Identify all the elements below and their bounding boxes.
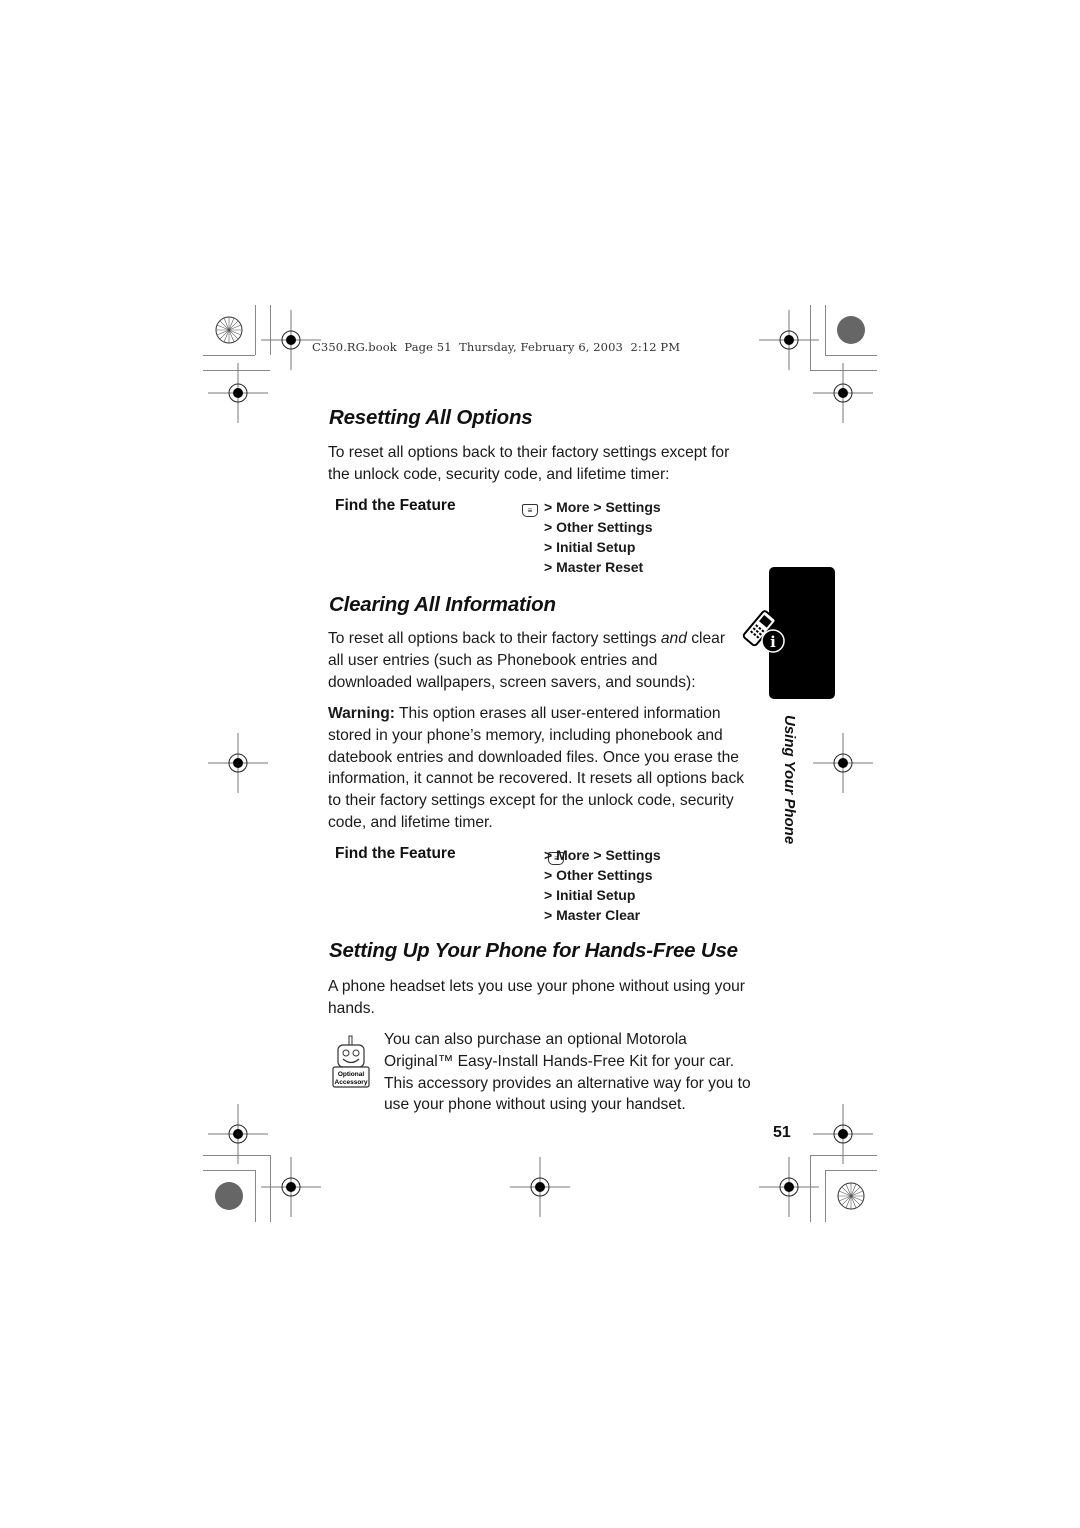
starburst-mark bbox=[837, 1182, 865, 1210]
section-title-handsfree: Setting Up Your Phone for Hands-Free Use bbox=[329, 939, 738, 962]
section-body-resetting: To reset all options back to their facto… bbox=[328, 444, 730, 483]
optional-accessory-icon: Optional Accessory bbox=[332, 1034, 370, 1094]
find-feature-label: Find the Feature bbox=[335, 845, 456, 862]
find-feature-path-reset: > More > Settings > Other Settings > Ini… bbox=[544, 497, 661, 577]
svg-text:Accessory: Accessory bbox=[335, 1079, 368, 1086]
starburst-mark bbox=[215, 316, 243, 344]
menu-key-icon: ≡ bbox=[522, 504, 538, 518]
registration-mark bbox=[758, 1156, 820, 1218]
section-body-handsfree: A phone headset lets you use your phone … bbox=[328, 978, 745, 1017]
registration-mark bbox=[260, 1156, 322, 1218]
registration-mark bbox=[812, 1103, 874, 1165]
registration-mark bbox=[812, 362, 874, 424]
svg-text:i: i bbox=[770, 633, 776, 651]
menu-path-step: > Master Clear bbox=[544, 907, 641, 923]
registration-mark bbox=[812, 732, 874, 794]
running-header: C350.RG.book Page 51 Thursday, February … bbox=[312, 340, 681, 354]
section-title-resetting: Resetting All Options bbox=[329, 406, 533, 429]
phone-info-icon: i bbox=[737, 607, 787, 657]
menu-path-step: > Other Settings bbox=[544, 867, 653, 883]
gray-dot-mark bbox=[837, 316, 865, 344]
section-body-clearing: To reset all options back to their facto… bbox=[328, 630, 726, 691]
registration-mark bbox=[758, 309, 820, 371]
menu-path-step: > Initial Setup bbox=[544, 887, 636, 903]
find-feature-label: Find the Feature bbox=[335, 497, 456, 514]
registration-mark bbox=[207, 362, 269, 424]
accessory-note: You can also purchase an optional Motoro… bbox=[384, 1031, 751, 1114]
page-number: 51 bbox=[773, 1124, 791, 1141]
chapter-label: Using Your Phone bbox=[781, 715, 798, 845]
gray-dot-mark bbox=[215, 1182, 243, 1210]
registration-mark bbox=[207, 1103, 269, 1165]
warning-paragraph: Warning: This option erases all user-ent… bbox=[328, 705, 745, 831]
emphasis-and: and bbox=[660, 630, 687, 647]
menu-path-step: > Master Reset bbox=[544, 559, 644, 575]
svg-text:Optional: Optional bbox=[338, 1071, 365, 1078]
menu-path-step: > More > Settings bbox=[544, 847, 661, 863]
menu-path-step: > Initial Setup bbox=[544, 539, 636, 555]
menu-path-step: > Other Settings bbox=[544, 519, 653, 535]
find-feature-path-clear: > More > Settings > Other Settings > Ini… bbox=[544, 845, 661, 925]
registration-mark bbox=[509, 1156, 571, 1218]
section-title-clearing: Clearing All Information bbox=[329, 593, 556, 616]
warning-label: Warning: bbox=[328, 705, 395, 722]
menu-path-step: > More > Settings bbox=[544, 499, 661, 515]
registration-mark bbox=[207, 732, 269, 794]
